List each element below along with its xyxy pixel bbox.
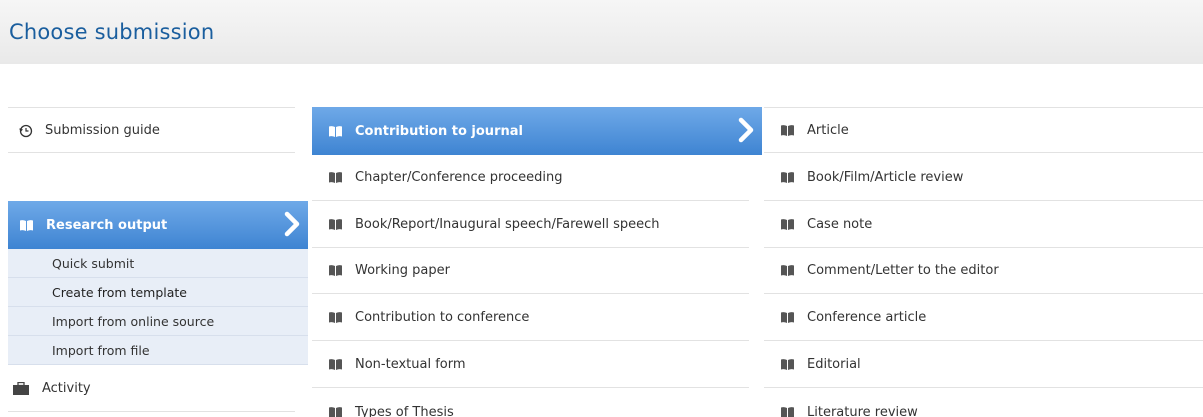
book-icon xyxy=(328,406,343,417)
chevron-right-icon xyxy=(282,211,302,237)
book-icon xyxy=(328,218,343,231)
subtype-label: Literature review xyxy=(807,404,918,417)
book-icon xyxy=(328,125,343,138)
history-icon xyxy=(19,124,33,137)
submission-guide-label: Submission guide xyxy=(45,122,160,138)
header-bar: Choose submission xyxy=(0,0,1203,64)
type-label: Non-textual form xyxy=(355,357,466,372)
subtype-item[interactable]: Editorial xyxy=(764,342,1203,388)
type-item[interactable]: Contribution to conference xyxy=(312,295,749,341)
subtype-item[interactable]: Comment/Letter to the editor xyxy=(764,248,1203,294)
research-output-item[interactable]: Research output xyxy=(8,201,308,249)
subtype-label: Case note xyxy=(807,217,873,232)
book-icon xyxy=(780,406,795,417)
type-label: Types of Thesis xyxy=(355,404,454,417)
subtype-label: Book/Film/Article review xyxy=(807,170,964,185)
book-icon xyxy=(328,264,343,277)
type-label: Contribution to conference xyxy=(355,310,530,325)
chevron-right-icon xyxy=(736,117,756,143)
type-item[interactable]: Chapter/Conference proceeding xyxy=(312,155,749,201)
activity-label: Activity xyxy=(42,381,91,396)
book-icon xyxy=(780,124,795,137)
research-output-label: Research output xyxy=(46,217,168,233)
subtype-item[interactable]: Book/Film/Article review xyxy=(764,155,1203,201)
type-label: Working paper xyxy=(355,263,450,278)
book-icon xyxy=(328,358,343,371)
subtype-item[interactable]: Conference article xyxy=(764,295,1203,341)
submenu-quick-submit[interactable]: Quick submit xyxy=(8,249,308,278)
column-types: Contribution to journal Chapter/Conferen… xyxy=(312,64,762,417)
book-icon xyxy=(19,219,34,232)
briefcase-icon xyxy=(12,381,30,396)
subtype-label: Comment/Letter to the editor xyxy=(807,263,999,278)
book-icon xyxy=(780,264,795,277)
page-title: Choose submission xyxy=(9,20,215,44)
submenu-import-online[interactable]: Import from online source xyxy=(8,307,308,336)
type-label: Chapter/Conference proceeding xyxy=(355,170,563,185)
type-item[interactable]: Book/Report/Inaugural speech/Farewell sp… xyxy=(312,202,749,248)
subtype-item[interactable]: Article xyxy=(764,107,1203,153)
type-label: Contribution to journal xyxy=(355,123,523,139)
subtype-label: Conference article xyxy=(807,310,927,325)
column-categories: Submission guide Research output Quick s… xyxy=(8,64,308,417)
activity-item[interactable]: Activity xyxy=(8,366,295,412)
contribution-to-journal-item[interactable]: Contribution to journal xyxy=(312,107,762,155)
subtype-label: Article xyxy=(807,122,849,138)
book-icon xyxy=(780,311,795,324)
book-icon xyxy=(328,171,343,184)
type-item[interactable]: Non-textual form xyxy=(312,342,749,388)
type-label: Book/Report/Inaugural speech/Farewell sp… xyxy=(355,217,660,232)
type-item[interactable]: Types of Thesis xyxy=(312,389,749,417)
book-icon xyxy=(780,218,795,231)
subtype-label: Editorial xyxy=(807,357,861,372)
type-item[interactable]: Working paper xyxy=(312,248,749,294)
book-icon xyxy=(328,311,343,324)
submission-guide-item[interactable]: Submission guide xyxy=(8,107,295,153)
column-subtypes: Article Book/Film/Article review Case no… xyxy=(764,64,1203,417)
subtype-item[interactable]: Case note xyxy=(764,202,1203,248)
book-icon xyxy=(780,358,795,371)
submenu-create-from-template[interactable]: Create from template xyxy=(8,278,308,307)
submenu-import-file[interactable]: Import from file xyxy=(8,336,308,365)
subtype-item[interactable]: Literature review xyxy=(764,389,1203,417)
book-icon xyxy=(780,171,795,184)
